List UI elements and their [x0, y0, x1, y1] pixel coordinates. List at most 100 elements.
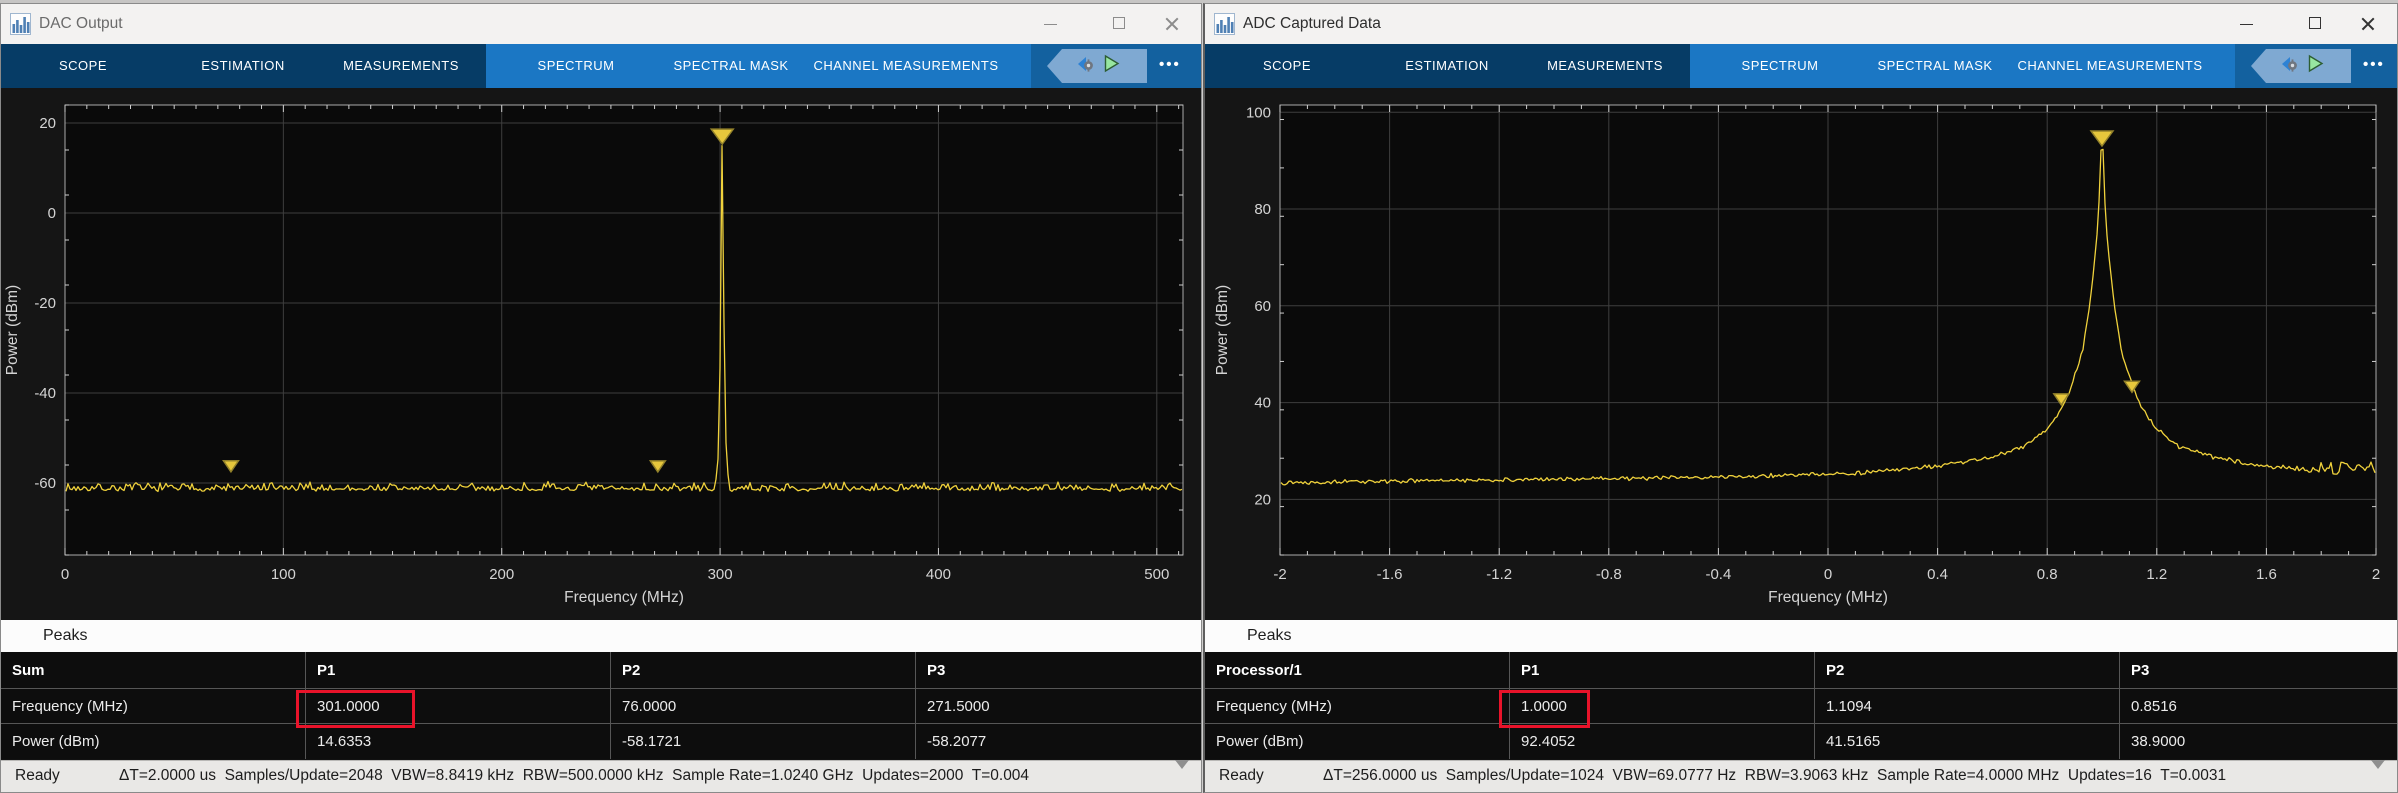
- window-title: ADC Captured Data: [1243, 4, 1381, 44]
- spectrum-display: -2 -1.6 -1.2 -0.8 -0.4 0 0.4 0.8 1.2 1.6 2 100 80 60 4…: [1205, 88, 2397, 620]
- p2-power-value: -58.1721: [611, 724, 916, 759]
- svg-text:2: 2: [2372, 566, 2380, 583]
- p3-power-value: 38.9000: [2120, 724, 2397, 759]
- tab-channel-measurements[interactable]: CHANNEL MEASUREMENTS: [2017, 44, 2202, 88]
- svg-text:-1.2: -1.2: [1486, 566, 1512, 583]
- title-bar[interactable]: ADC Captured Data: [1205, 4, 2397, 45]
- tab-estimation[interactable]: ESTIMATION: [1405, 44, 1488, 88]
- status-ready: Ready: [1219, 761, 1264, 791]
- simulation-controls: [1047, 49, 1147, 83]
- peaks-panel-title: Peaks: [1247, 627, 1291, 644]
- status-info: ΔT=2.0000 us Samples/Update=2048 VBW=8.8…: [119, 761, 1029, 791]
- close-button[interactable]: [2345, 4, 2391, 44]
- column-header-p2: P2: [1815, 652, 2120, 689]
- p2-frequency-value: 76.0000: [611, 689, 916, 724]
- tab-spectrum[interactable]: SPECTRUM: [1742, 44, 1819, 88]
- svg-text:Power (dBm): Power (dBm): [4, 285, 21, 375]
- tab-channel-measurements[interactable]: CHANNEL MEASUREMENTS: [813, 44, 998, 88]
- step-gear-icon[interactable]: [1075, 54, 1095, 79]
- spectrum-plot: 0100200300400500200-20-40-60Frequency (M…: [1, 88, 1201, 620]
- title-bar[interactable]: DAC Output: [1, 4, 1201, 45]
- svg-text:-20: -20: [34, 295, 56, 312]
- peaks-table: Processor/1 P1 P2 P3 Frequency (MHz) 1.0…: [1205, 652, 2397, 759]
- column-header-signal: Processor/1: [1205, 652, 1510, 689]
- play-icon[interactable]: [1103, 54, 1120, 78]
- svg-text:80: 80: [1254, 201, 1271, 218]
- play-icon[interactable]: [2307, 54, 2324, 78]
- svg-text:100: 100: [1246, 104, 1271, 121]
- triangle-marker-icon[interactable]: [2371, 769, 2387, 787]
- spectrum-plot: -2 -1.6 -1.2 -0.8 -0.4 0 0.4 0.8 1.2 1.6 2 100 80 60 4…: [1205, 88, 2398, 620]
- step-gear-icon[interactable]: [2279, 54, 2299, 79]
- minimize-button[interactable]: [1027, 4, 1073, 44]
- row-label-power: Power (dBm): [1205, 724, 1510, 759]
- status-ready: Ready: [15, 761, 60, 791]
- tab-scope[interactable]: SCOPE: [1263, 44, 1311, 88]
- ellipsis-icon[interactable]: •••: [1159, 44, 1181, 88]
- tab-estimation[interactable]: ESTIMATION: [201, 44, 284, 88]
- triangle-marker-icon[interactable]: [1175, 769, 1191, 787]
- svg-text:40: 40: [1254, 395, 1271, 412]
- column-header-p3: P3: [916, 652, 1201, 689]
- svg-text:-0.8: -0.8: [1596, 566, 1622, 583]
- svg-text:Frequency (MHz): Frequency (MHz): [1768, 589, 1888, 606]
- tab-measurements[interactable]: MEASUREMENTS: [1547, 44, 1663, 88]
- svg-text:400: 400: [926, 566, 951, 583]
- status-bar: Ready ΔT=256.0000 us Samples/Update=1024…: [1205, 760, 2397, 792]
- column-header-p1: P1: [306, 652, 611, 689]
- row-label-power: Power (dBm): [1, 724, 306, 759]
- p3-frequency-value: 0.8516: [2120, 689, 2397, 724]
- svg-text:-1.6: -1.6: [1377, 566, 1403, 583]
- svg-text:-2: -2: [1273, 566, 1286, 583]
- toolstrip-controls-section: •••: [2235, 44, 2397, 88]
- maximize-button[interactable]: [2293, 4, 2339, 44]
- svg-text:0.8: 0.8: [2037, 566, 2058, 583]
- p2-frequency-value: 1.1094: [1815, 689, 2120, 724]
- tab-spectral-mask[interactable]: SPECTRAL MASK: [673, 44, 788, 88]
- spectrum-analyzer-icon: [10, 12, 31, 36]
- svg-text:-0.4: -0.4: [1705, 566, 1731, 583]
- minimize-button[interactable]: [2223, 4, 2269, 44]
- p2-power-value: 41.5165: [1815, 724, 2120, 759]
- svg-text:200: 200: [489, 566, 514, 583]
- window-title: DAC Output: [39, 4, 123, 44]
- status-info: ΔT=256.0000 us Samples/Update=1024 VBW=6…: [1323, 761, 2226, 791]
- column-header-p1: P1: [1510, 652, 1815, 689]
- svg-text:0.4: 0.4: [1927, 566, 1948, 583]
- p3-frequency-value: 271.5000: [916, 689, 1201, 724]
- tab-scope[interactable]: SCOPE: [59, 44, 107, 88]
- svg-text:60: 60: [1254, 298, 1271, 315]
- close-button[interactable]: [1149, 4, 1195, 44]
- peaks-panel-header: Peaks: [1, 620, 1201, 652]
- svg-text:1.6: 1.6: [2256, 566, 2277, 583]
- spectrum-analyzer-icon: [1214, 12, 1235, 36]
- p1-power-value: 14.6353: [306, 724, 611, 759]
- p3-power-value: -58.2077: [916, 724, 1201, 759]
- svg-text:Power (dBm): Power (dBm): [1214, 285, 1231, 375]
- svg-text:1.2: 1.2: [2146, 566, 2167, 583]
- tab-spectral-mask[interactable]: SPECTRAL MASK: [1877, 44, 1992, 88]
- column-header-p2: P2: [611, 652, 916, 689]
- row-label-frequency: Frequency (MHz): [1205, 689, 1510, 724]
- p1-power-value: 92.4052: [1510, 724, 1815, 759]
- maximize-button[interactable]: [1097, 4, 1143, 44]
- svg-text:500: 500: [1144, 566, 1169, 583]
- annotation-highlight-box: [296, 690, 415, 728]
- tab-measurements[interactable]: MEASUREMENTS: [343, 44, 459, 88]
- svg-text:0: 0: [48, 205, 56, 222]
- svg-text:0: 0: [1824, 566, 1832, 583]
- toolstrip-controls-section: •••: [1031, 44, 1201, 88]
- window-dac-output: DAC Output ••• SCOPE ESTIMATION MEASUREM…: [0, 3, 1202, 793]
- svg-text:100: 100: [271, 566, 296, 583]
- annotation-highlight-box: [1499, 690, 1590, 728]
- simulation-controls: [2251, 49, 2351, 83]
- svg-text:300: 300: [708, 566, 733, 583]
- peaks-table: Sum P1 P2 P3 Frequency (MHz) 301.0000 76…: [1, 652, 1201, 759]
- status-bar: Ready ΔT=2.0000 us Samples/Update=2048 V…: [1, 760, 1201, 792]
- svg-text:Frequency (MHz): Frequency (MHz): [564, 589, 684, 606]
- window-adc-captured-data: ADC Captured Data ••• SCOPE ESTIMATION M…: [1203, 3, 2398, 793]
- peaks-panel-header: Peaks: [1205, 620, 2397, 652]
- ellipsis-icon[interactable]: •••: [2363, 44, 2385, 88]
- tab-spectrum[interactable]: SPECTRUM: [538, 44, 615, 88]
- row-label-frequency: Frequency (MHz): [1, 689, 306, 724]
